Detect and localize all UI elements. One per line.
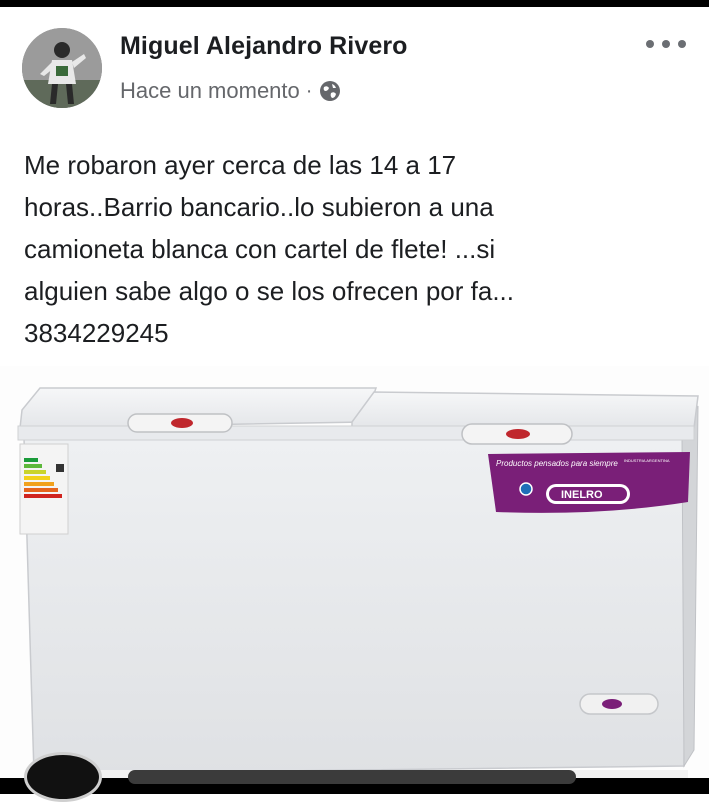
post-timestamp[interactable]: Hace un momento (120, 78, 300, 104)
floating-action-button[interactable] (24, 752, 102, 802)
post-author-name[interactable]: Miguel Alejandro Rivero (120, 32, 408, 61)
post-text: Me robaron ayer cerca de las 14 a 17 hor… (24, 150, 514, 348)
dot (646, 40, 654, 48)
post-photo[interactable]: Productos pensados para siempre INDUSTRI… (0, 366, 709, 778)
avatar[interactable] (22, 28, 102, 108)
meta-separator: · (305, 79, 313, 102)
more-options-icon[interactable] (646, 36, 686, 52)
globe-icon[interactable] (318, 79, 342, 103)
dot (678, 40, 686, 48)
promo-side: INDUSTRIA ARGENTINA (624, 458, 670, 463)
promo-tagline: Productos pensados para siempre (496, 459, 618, 468)
freezer-lid-right (351, 391, 699, 429)
dot (662, 40, 670, 48)
status-bar-edge (0, 0, 709, 7)
promo-brand: INELRO (561, 489, 603, 501)
home-indicator[interactable] (128, 770, 576, 784)
post-meta: Hace un momento · (120, 76, 342, 106)
